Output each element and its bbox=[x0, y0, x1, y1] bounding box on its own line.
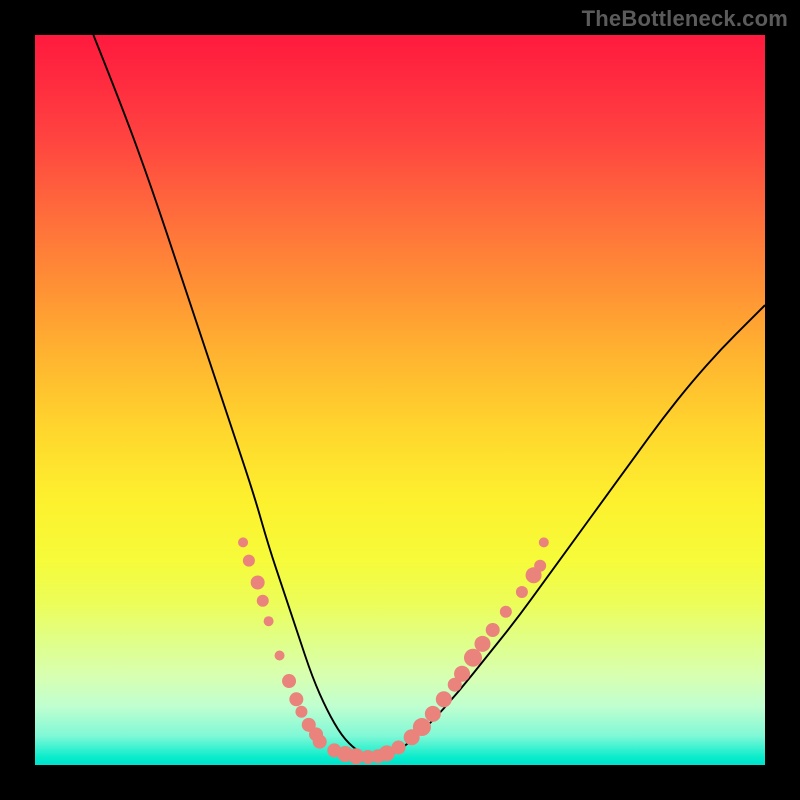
data-dot bbox=[275, 651, 285, 661]
data-dot bbox=[257, 595, 269, 607]
plot-area bbox=[35, 35, 765, 765]
curve-path bbox=[93, 35, 765, 757]
watermark-text: TheBottleneck.com bbox=[582, 6, 788, 32]
data-dot bbox=[295, 706, 307, 718]
data-dot bbox=[238, 537, 248, 547]
data-dot bbox=[474, 636, 490, 652]
data-dot bbox=[516, 586, 528, 598]
data-dot bbox=[251, 576, 265, 590]
data-dot bbox=[243, 555, 255, 567]
data-dot bbox=[392, 740, 406, 754]
data-dot bbox=[282, 674, 296, 688]
data-dot bbox=[500, 606, 512, 618]
dot-layer bbox=[238, 537, 549, 764]
chart-stage: TheBottleneck.com bbox=[0, 0, 800, 800]
data-dot bbox=[534, 560, 546, 572]
data-dot bbox=[436, 691, 452, 707]
data-dot bbox=[264, 616, 274, 626]
data-dot bbox=[313, 735, 327, 749]
data-dot bbox=[454, 666, 470, 682]
chart-svg bbox=[35, 35, 765, 765]
data-dot bbox=[413, 718, 431, 736]
data-dot bbox=[464, 649, 482, 667]
data-dot bbox=[539, 537, 549, 547]
data-dot bbox=[425, 706, 441, 722]
data-dot bbox=[486, 623, 500, 637]
data-dot bbox=[289, 692, 303, 706]
